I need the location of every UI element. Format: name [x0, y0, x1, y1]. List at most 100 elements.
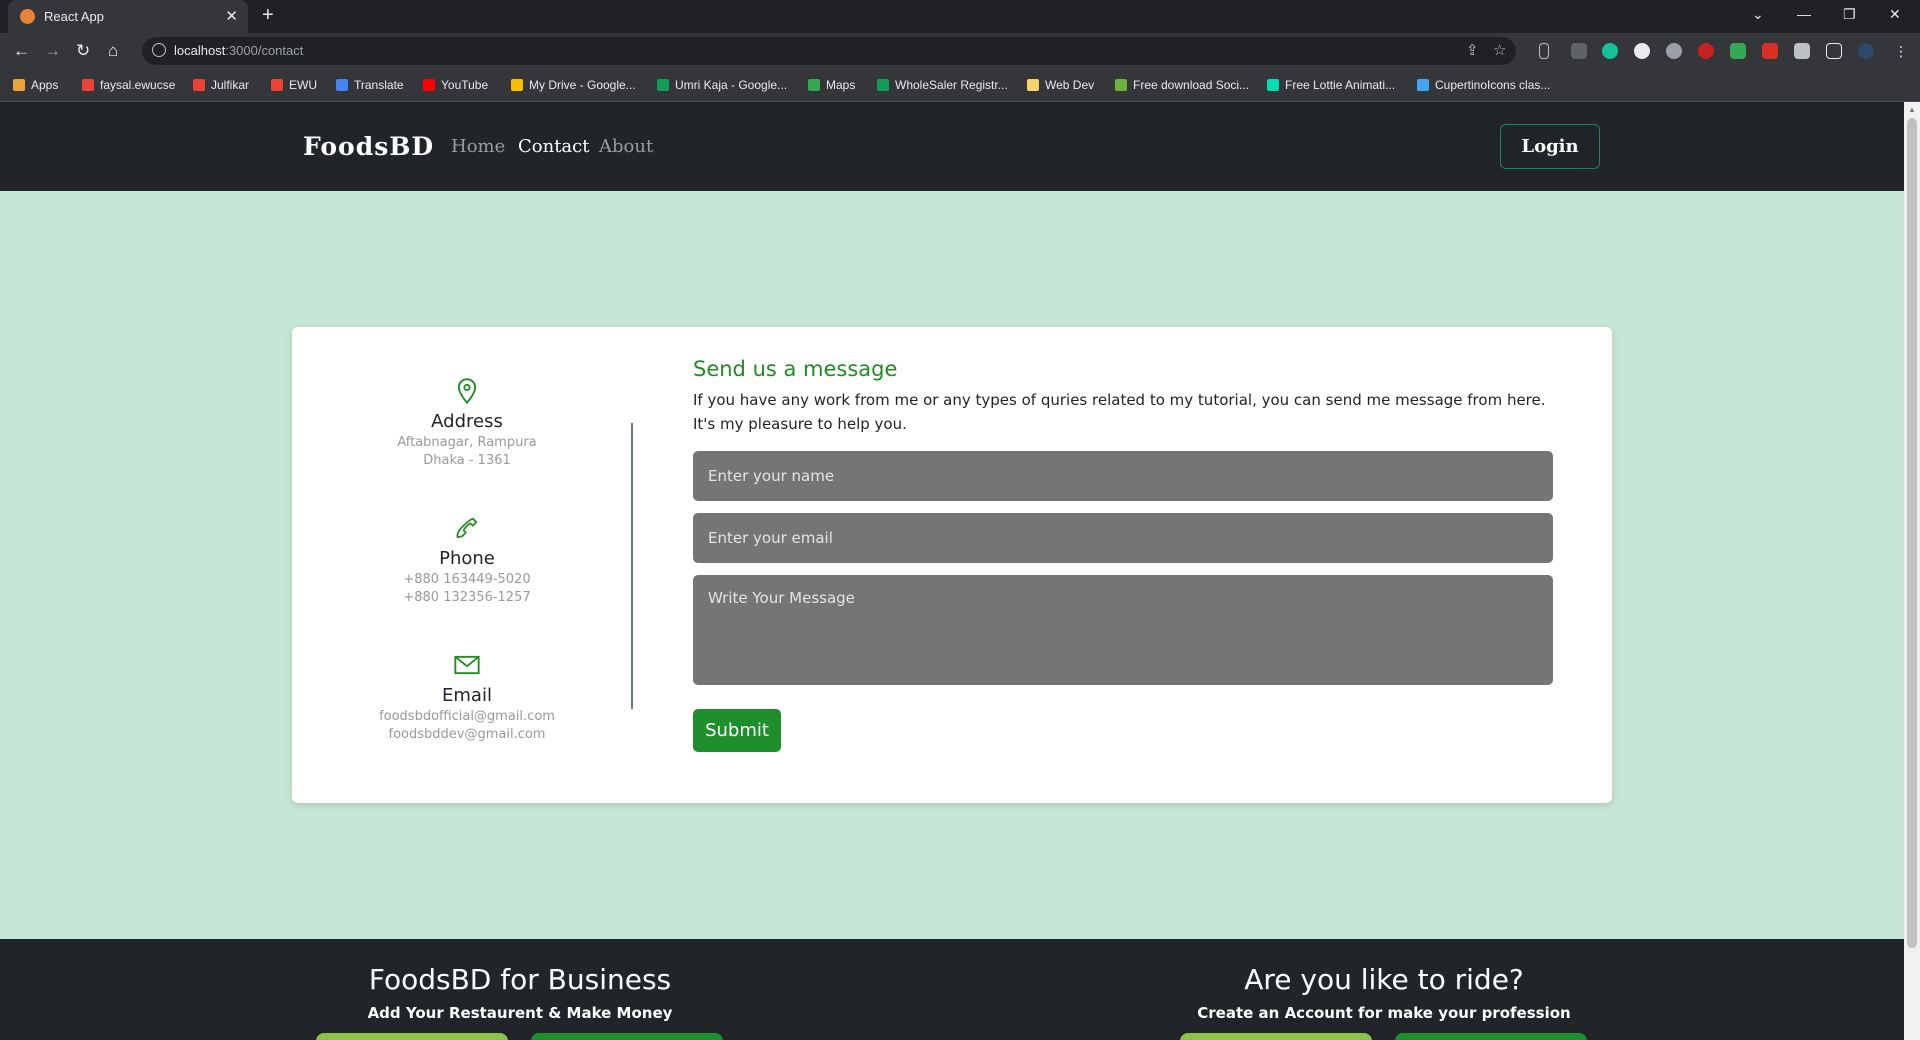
shield-extension-icon[interactable] — [1730, 43, 1746, 59]
lottie-icon — [1267, 79, 1279, 91]
login-button[interactable]: Login — [1500, 124, 1600, 169]
flutter-icon — [1417, 79, 1429, 91]
envelope-icon — [454, 655, 480, 675]
bookmark-maps[interactable]: Maps — [808, 78, 855, 92]
message-textarea[interactable] — [693, 575, 1553, 685]
address-title: Address — [431, 411, 503, 432]
youtube-icon — [423, 79, 435, 91]
cloud-extension-icon[interactable] — [1666, 43, 1682, 59]
bookmark-wholesaler[interactable]: WholeSaler Registr... — [877, 78, 1008, 92]
bookmark-lottie[interactable]: Free Lottie Animati... — [1267, 78, 1395, 92]
translate-icon — [336, 79, 348, 91]
share-icon[interactable]: ⇪ — [1466, 41, 1479, 59]
gmail-icon — [271, 79, 283, 91]
footer-business-title: FoodsBD for Business — [368, 963, 672, 996]
contact-info-column: Address Aftabnagar, Rampura Dhaka - 1361… — [292, 327, 642, 803]
home-icon[interactable]: ⌂ — [108, 41, 118, 61]
address-block: Address Aftabnagar, Rampura Dhaka - 1361 — [292, 377, 642, 468]
browser-menu-icon[interactable]: ⋮ — [1894, 43, 1908, 59]
tab-title: React App — [44, 9, 104, 24]
nav-home-link[interactable]: Home — [451, 136, 505, 157]
footer-business-block: FoodsBD for Business Add Your Restaurent… — [240, 963, 800, 1022]
browser-tab[interactable]: React App ✕ — [8, 0, 248, 33]
email-block: Email foodsbdofficial@gmail.com foodsbdd… — [292, 651, 642, 742]
new-tab-button[interactable]: + — [262, 4, 274, 27]
scroll-thumb[interactable] — [1907, 118, 1917, 948]
footer-ride-secondary-button[interactable] — [1395, 1033, 1587, 1040]
clock-extension-icon[interactable] — [1634, 43, 1650, 59]
page-scrollbar[interactable]: ▲ — [1904, 102, 1920, 1040]
phone-extension-icon[interactable] — [1539, 43, 1549, 59]
pen-extension-icon[interactable] — [1571, 43, 1587, 59]
submit-button[interactable]: Submit — [693, 709, 781, 752]
form-description: If you have any work from me or any type… — [693, 391, 1546, 433]
bookmark-faysal[interactable]: faysal.ewucse — [82, 78, 175, 92]
gmail-icon — [82, 79, 94, 91]
reload-icon[interactable]: ↻ — [76, 41, 90, 61]
sheets-icon — [877, 79, 889, 91]
grammarly-icon[interactable] — [1602, 43, 1618, 59]
email-line-2: foodsbddev@gmail.com — [388, 727, 546, 742]
maps-icon — [808, 79, 820, 91]
bookmark-web-dev[interactable]: Web Dev — [1027, 78, 1094, 92]
address-bar[interactable]: localhost:3000/contact ⇪ ☆ — [142, 37, 1516, 65]
scroll-up-arrow-icon[interactable]: ▲ — [1908, 105, 1916, 114]
red-extension-icon[interactable] — [1762, 43, 1778, 59]
side-panel-icon[interactable] — [1826, 43, 1842, 59]
site-info-icon[interactable] — [152, 43, 166, 57]
phone-block: Phone +880 163449-5020 +880 132356-1257 — [292, 514, 642, 605]
bookmark-free-download[interactable]: Free download Soci... — [1115, 78, 1249, 92]
name-input[interactable] — [693, 451, 1553, 501]
bookmark-translate[interactable]: Translate — [336, 78, 404, 92]
bookmark-umri-kaja[interactable]: Umri Kaja - Google... — [657, 78, 787, 92]
close-window-icon[interactable]: ✕ — [1889, 6, 1901, 23]
footer-ride-block: Are you like to ride? Create an Account … — [1104, 963, 1664, 1022]
browser-tab-bar: React App ✕ + ⌄ — ❐ ✕ — [0, 0, 1920, 33]
bookmark-youtube[interactable]: YouTube — [423, 78, 488, 92]
footer-business-subtitle: Add Your Restaurent & Make Money — [367, 1004, 673, 1022]
sheets-icon — [657, 79, 669, 91]
vertical-divider — [631, 423, 633, 709]
bookmark-apps[interactable]: Apps — [13, 78, 58, 92]
leaf-icon — [1115, 79, 1127, 91]
site-footer: FoodsBD for Business Add Your Restaurent… — [0, 939, 1904, 1040]
back-icon[interactable]: ← — [13, 41, 30, 61]
nav-contact-link[interactable]: Contact — [518, 136, 589, 157]
bookmark-julfikar[interactable]: Julfikar — [193, 78, 249, 92]
footer-ride-title: Are you like to ride? — [1244, 963, 1524, 996]
email-input[interactable] — [693, 513, 1553, 563]
bookmark-cupertino[interactable]: CupertinoIcons clas... — [1417, 78, 1550, 92]
tab-close-icon[interactable]: ✕ — [225, 7, 238, 25]
footer-business-primary-button[interactable] — [316, 1033, 508, 1040]
profile-avatar-icon[interactable] — [1858, 43, 1874, 59]
bookmark-star-icon[interactable]: ☆ — [1493, 41, 1506, 59]
bookmark-ewu[interactable]: EWU — [271, 78, 317, 92]
nav-about-link[interactable]: About — [599, 136, 653, 157]
apps-grid-icon — [13, 79, 25, 91]
email-line-1: foodsbdofficial@gmail.com — [379, 709, 555, 724]
drive-icon — [511, 79, 523, 91]
email-title: Email — [442, 685, 492, 706]
bookmark-my-drive[interactable]: My Drive - Google... — [511, 78, 636, 92]
footer-ride-primary-button[interactable] — [1180, 1033, 1372, 1040]
tab-search-icon[interactable]: ⌄ — [1752, 6, 1764, 23]
address-url[interactable]: localhost:3000/contact — [174, 43, 303, 58]
gmail-icon — [193, 79, 205, 91]
form-title: Send us a message — [693, 357, 898, 381]
footer-ride-subtitle: Create an Account for make your professi… — [1197, 1004, 1571, 1022]
phone-line-1: +880 163449-5020 — [403, 572, 531, 587]
puzzle-extensions-icon[interactable] — [1794, 43, 1810, 59]
contact-card: Address Aftabnagar, Rampura Dhaka - 1361… — [292, 327, 1612, 803]
footer-business-secondary-button[interactable] — [531, 1033, 723, 1040]
minimize-icon[interactable]: — — [1797, 6, 1811, 22]
restore-icon[interactable]: ❐ — [1843, 6, 1856, 23]
phone-line-2: +880 132356-1257 — [403, 590, 531, 605]
phone-title: Phone — [439, 548, 495, 569]
bookmarks-bar: Apps faysal.ewucse Julfikar EWU Translat… — [0, 69, 1920, 102]
phone-icon — [456, 517, 478, 539]
brand-logo[interactable]: FoodsBD — [303, 132, 434, 161]
folder-icon — [1027, 79, 1039, 91]
forward-icon[interactable]: → — [44, 41, 61, 61]
address-line-1: Aftabnagar, Rampura — [397, 435, 537, 450]
ublock-icon[interactable] — [1698, 43, 1714, 59]
